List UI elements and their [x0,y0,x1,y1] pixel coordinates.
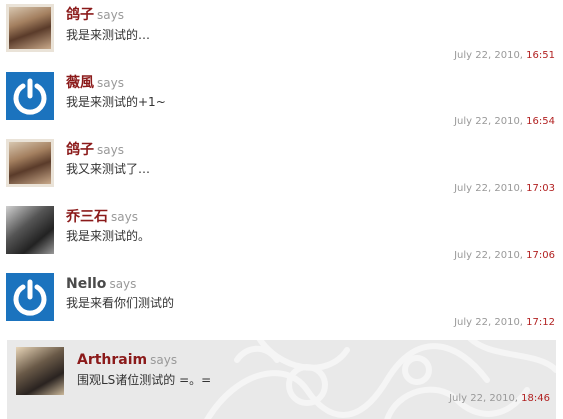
says-label: says [97,76,124,90]
comment-time[interactable]: 16:54 [526,116,555,127]
power-icon[interactable] [6,72,54,120]
avatar[interactable] [6,4,54,52]
comment-text: 我是来看你们测试的 [66,296,175,310]
comment-author[interactable]: 鸽子 [66,142,94,158]
comment-date[interactable]: July 22, 2010, 17:12 [454,317,555,328]
comment-author[interactable]: 乔三石 [66,209,108,225]
comment-author[interactable]: 薇風 [66,75,94,91]
avatar[interactable] [6,139,54,187]
comment-text: 我又来测试了… [66,162,151,176]
comment-date[interactable]: July 22, 2010, 17:03 [454,183,555,194]
power-icon[interactable] [6,273,54,321]
comment-date[interactable]: July 22, 2010, 16:54 [454,116,555,127]
says-label: says [97,8,124,22]
says-label: says [109,277,137,291]
says-label: says [111,210,138,224]
avatar[interactable] [16,347,64,395]
comment-author[interactable]: Nello [66,276,106,292]
comment-time[interactable]: 16:51 [526,50,555,61]
comment-text: 我是来测试的+1~ [66,95,166,109]
comment-text: 围观LS诸位测试的 =。= [77,373,212,387]
comment-time[interactable]: 17:06 [526,250,555,261]
says-label: says [150,353,178,367]
comment-text: 我是来测试的… [66,28,151,42]
comment-date[interactable]: July 22, 2010, 18:46 [449,393,550,404]
comment-author[interactable]: Arthraim [77,352,147,368]
comment-time[interactable]: 18:46 [521,393,550,404]
comment-time[interactable]: 17:03 [526,183,555,194]
says-label: says [97,143,124,157]
comment-text: 我是来测试的。 [66,229,151,243]
comment-author[interactable]: 鸽子 [66,7,94,23]
comment-date[interactable]: July 22, 2010, 16:51 [454,50,555,61]
comment-date[interactable]: July 22, 2010, 17:06 [454,250,555,261]
avatar[interactable] [6,206,54,254]
comment-time[interactable]: 17:12 [526,317,555,328]
